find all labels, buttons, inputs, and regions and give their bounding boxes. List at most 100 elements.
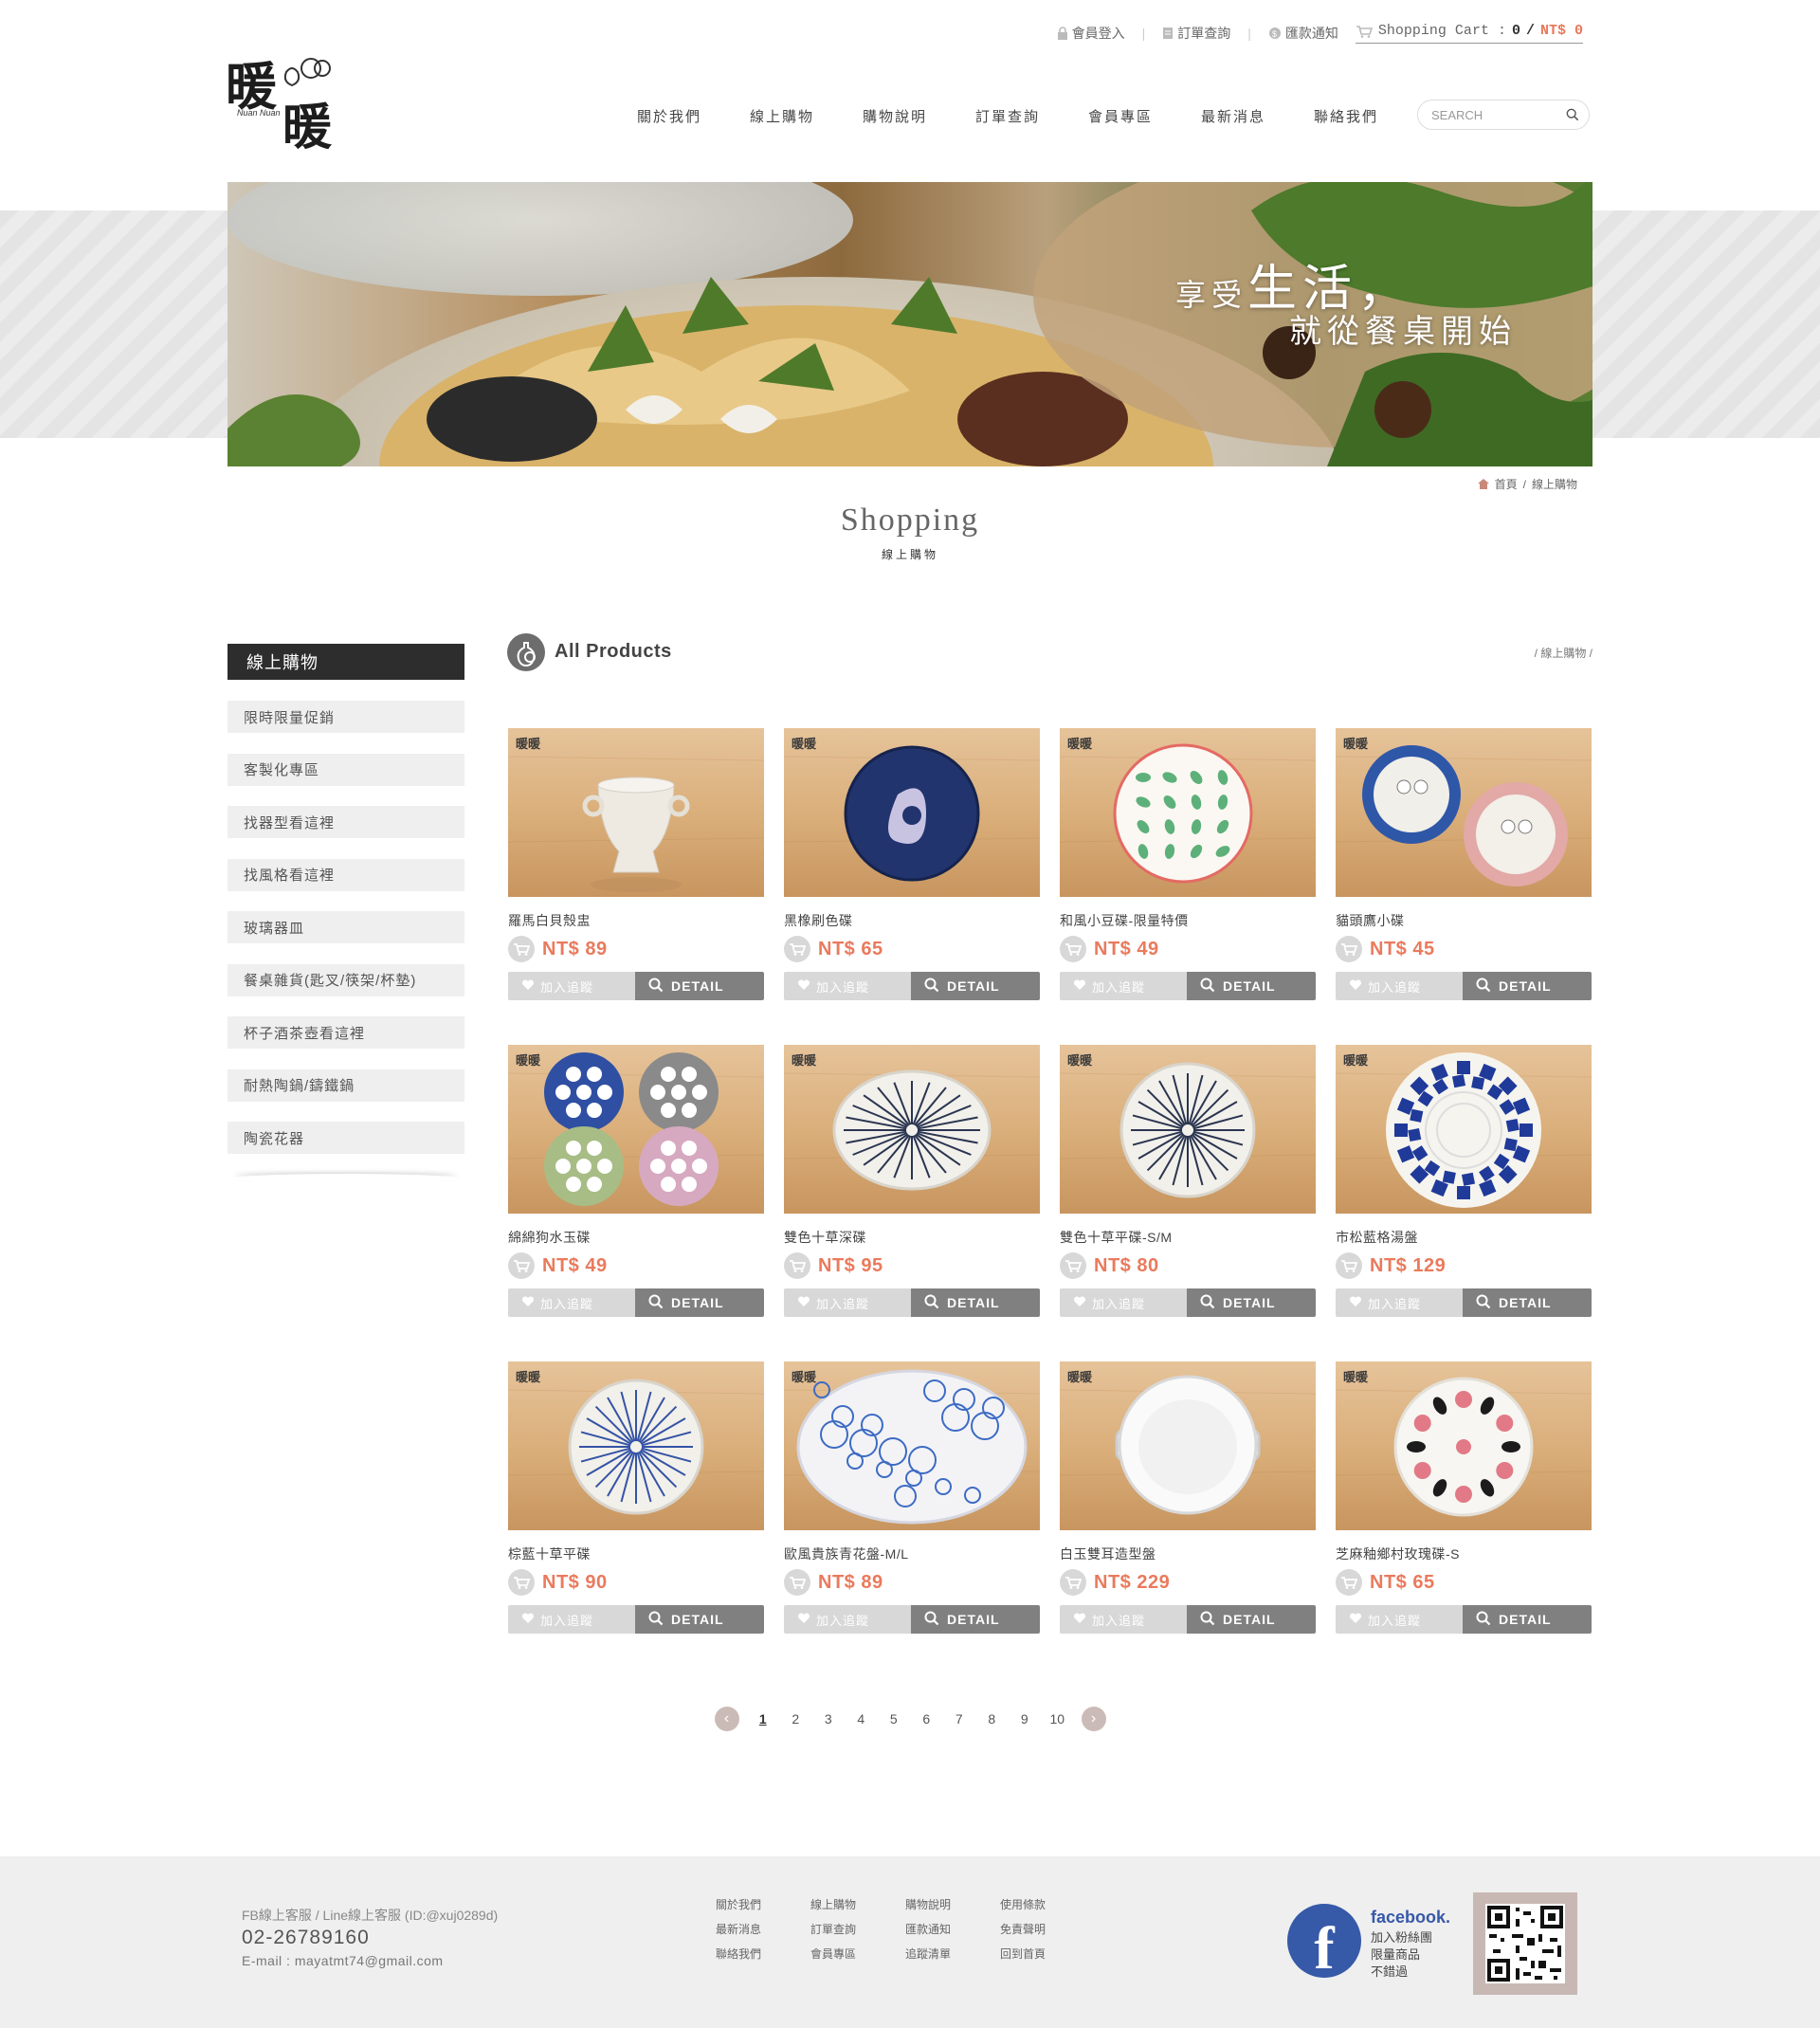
product-name[interactable]: 貓頭鷹小碟 (1336, 911, 1592, 928)
add-to-favorites-button[interactable]: 加入追蹤 (1060, 972, 1187, 1000)
logo[interactable]: 暖 暖 Nuan Nuan 暖暖 (224, 46, 347, 156)
page-number[interactable]: 5 (878, 1711, 911, 1727)
sidebar-item[interactable]: 找器型看這裡 (228, 806, 464, 838)
footer-link[interactable]: 使用條款 (1000, 1896, 1095, 1912)
footer-link[interactable]: 會員專區 (810, 1946, 905, 1962)
nav-item[interactable]: 會員專區 (1088, 106, 1201, 126)
footer-link[interactable]: 購物說明 (905, 1896, 1000, 1912)
detail-button[interactable]: DETAIL (1463, 972, 1592, 1000)
product-image[interactable]: 暖暖 (508, 728, 764, 897)
search-icon[interactable] (1566, 107, 1579, 122)
product-image[interactable]: 暖暖 (1060, 728, 1316, 897)
detail-button[interactable]: DETAIL (1463, 1605, 1592, 1634)
add-to-favorites-button[interactable]: 加入追蹤 (1336, 972, 1463, 1000)
product-name[interactable]: 羅馬白貝殼盅 (508, 911, 764, 928)
page-number[interactable]: 8 (975, 1711, 1009, 1727)
nav-item[interactable]: 購物說明 (863, 106, 975, 126)
product-name[interactable]: 白玉雙耳造型盤 (1060, 1544, 1316, 1562)
product-name[interactable]: 和風小豆碟-限量特價 (1060, 911, 1316, 928)
page-number[interactable]: 10 (1041, 1711, 1074, 1727)
add-to-cart-icon[interactable] (784, 1569, 810, 1596)
add-to-cart-icon[interactable] (1336, 1252, 1362, 1279)
nav-item[interactable]: 聯絡我們 (1314, 106, 1427, 126)
detail-button[interactable]: DETAIL (1187, 1605, 1316, 1634)
product-image[interactable]: 暖暖 (508, 1045, 764, 1214)
footer-link[interactable]: 線上購物 (810, 1896, 905, 1912)
next-page-button[interactable]: › (1081, 1707, 1106, 1731)
nav-item[interactable]: 訂單查詢 (975, 106, 1088, 126)
page-number[interactable]: 6 (910, 1711, 943, 1727)
sidebar-item[interactable]: 杯子酒茶壺看這裡 (228, 1016, 464, 1049)
product-name[interactable]: 歐風貴族青花盤-M/L (784, 1544, 1040, 1562)
search-box[interactable] (1417, 100, 1590, 130)
add-to-favorites-button[interactable]: 加入追蹤 (784, 1605, 911, 1634)
sidebar-item[interactable]: 餐桌雜貨(匙叉/筷架/杯墊) (228, 963, 464, 996)
facebook-wordmark[interactable]: facebook. (1371, 1908, 1450, 1928)
page-number[interactable]: 4 (845, 1711, 878, 1727)
product-name[interactable]: 棕藍十草平碟 (508, 1544, 764, 1562)
add-to-favorites-button[interactable]: 加入追蹤 (508, 972, 635, 1000)
add-to-cart-icon[interactable] (784, 1252, 810, 1279)
product-image[interactable]: 暖暖 (784, 728, 1040, 897)
add-to-favorites-button[interactable]: 加入追蹤 (784, 972, 911, 1000)
page-number[interactable]: 7 (943, 1711, 976, 1727)
product-image[interactable]: 暖暖 (1336, 728, 1592, 897)
page-number[interactable]: 1 (747, 1711, 780, 1727)
breadcrumb-home[interactable]: 首頁 (1495, 476, 1518, 492)
product-name[interactable]: 雙色十草深碟 (784, 1228, 1040, 1245)
add-to-favorites-button[interactable]: 加入追蹤 (508, 1288, 635, 1317)
product-name[interactable]: 雙色十草平碟-S/M (1060, 1228, 1316, 1245)
add-to-cart-icon[interactable] (508, 1569, 535, 1596)
add-to-favorites-button[interactable]: 加入追蹤 (1336, 1288, 1463, 1317)
member-login-link[interactable]: 會員登入 (1057, 24, 1125, 43)
footer-link[interactable]: 最新消息 (716, 1921, 810, 1937)
footer-link[interactable]: 聯絡我們 (716, 1946, 810, 1962)
product-image[interactable]: 暖暖 (1060, 1361, 1316, 1530)
footer-link[interactable]: 免責聲明 (1000, 1921, 1095, 1937)
shopping-cart-link[interactable]: Shopping Cart : 0 / NT$ 0 (1355, 23, 1583, 44)
detail-button[interactable]: DETAIL (635, 1288, 764, 1317)
footer-email[interactable]: E-mail : mayatmt74@gmail.com (242, 1953, 444, 1968)
add-to-favorites-button[interactable]: 加入追蹤 (784, 1288, 911, 1317)
detail-button[interactable]: DETAIL (911, 972, 1040, 1000)
sidebar-item[interactable]: 客製化專區 (228, 753, 464, 786)
sidebar-item[interactable]: 耐熱陶鍋/鑄鐵鍋 (228, 1069, 464, 1102)
detail-button[interactable]: DETAIL (635, 972, 764, 1000)
product-name[interactable]: 市松藍格湯盤 (1336, 1228, 1592, 1245)
add-to-cart-icon[interactable] (1060, 1252, 1086, 1279)
search-input[interactable] (1429, 106, 1566, 123)
detail-button[interactable]: DETAIL (911, 1288, 1040, 1317)
sidebar-item[interactable]: 限時限量促銷 (228, 701, 464, 733)
facebook-icon[interactable]: f (1287, 1904, 1361, 1978)
product-image[interactable]: 暖暖 (1060, 1045, 1316, 1214)
product-name[interactable]: 綿綿狗水玉碟 (508, 1228, 764, 1245)
nav-item[interactable]: 關於我們 (637, 106, 750, 126)
product-image[interactable]: 暖暖 (508, 1361, 764, 1530)
page-number[interactable]: 2 (779, 1711, 812, 1727)
product-image[interactable]: 暖暖 (784, 1361, 1040, 1530)
product-name[interactable]: 芝麻釉鄉村玫瑰碟-S (1336, 1544, 1592, 1562)
add-to-favorites-button[interactable]: 加入追蹤 (1060, 1288, 1187, 1317)
add-to-cart-icon[interactable] (1060, 1569, 1086, 1596)
add-to-favorites-button[interactable]: 加入追蹤 (1336, 1605, 1463, 1634)
product-image[interactable]: 暖暖 (1336, 1045, 1592, 1214)
detail-button[interactable]: DETAIL (635, 1605, 764, 1634)
order-query-link[interactable]: 訂單查詢 (1162, 24, 1230, 43)
add-to-cart-icon[interactable] (508, 1252, 535, 1279)
product-name[interactable]: 黑橡刷色碟 (784, 911, 1040, 928)
sidebar-item[interactable]: 玻璃器皿 (228, 911, 464, 943)
add-to-favorites-button[interactable]: 加入追蹤 (508, 1605, 635, 1634)
page-number[interactable]: 9 (1009, 1711, 1042, 1727)
sidebar-item[interactable]: 陶瓷花器 (228, 1122, 464, 1154)
footer-link[interactable]: 訂單查詢 (810, 1921, 905, 1937)
add-to-cart-icon[interactable] (784, 936, 810, 962)
add-to-cart-icon[interactable] (1060, 936, 1086, 962)
add-to-cart-icon[interactable] (508, 936, 535, 962)
footer-link[interactable]: 關於我們 (716, 1896, 810, 1912)
nav-item[interactable]: 最新消息 (1201, 106, 1314, 126)
product-image[interactable]: 暖暖 (784, 1045, 1040, 1214)
product-image[interactable]: 暖暖 (1336, 1361, 1592, 1530)
detail-button[interactable]: DETAIL (1187, 972, 1316, 1000)
footer-link[interactable]: 匯款通知 (905, 1921, 1000, 1937)
page-number[interactable]: 3 (812, 1711, 846, 1727)
